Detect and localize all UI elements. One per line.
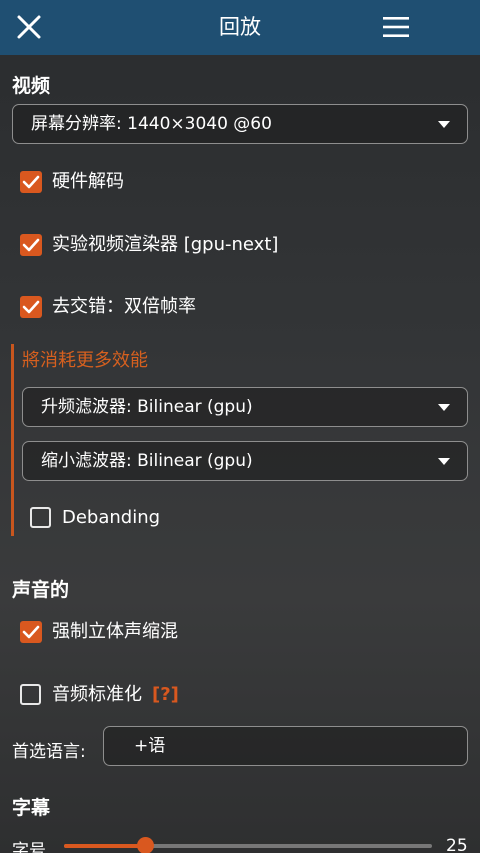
checkmark-icon <box>22 238 40 252</box>
experimental-renderer-checkbox[interactable] <box>20 234 42 256</box>
hamburger-menu-icon[interactable] <box>382 14 410 40</box>
checkmark-icon <box>22 175 40 189</box>
font-size-slider-thumb[interactable] <box>137 837 154 853</box>
help-link[interactable]: [?] <box>152 684 179 705</box>
upscale-filter-select[interactable]: 升频滤波器: Bilinear (gpu) <box>22 387 468 427</box>
display-resolution-value: 屏幕分辨率: 1440×3040 @60 <box>31 114 272 134</box>
checkmark-icon <box>22 300 40 314</box>
preferred-language-input[interactable]: +语 <box>103 726 468 766</box>
section-title-audio: 声音的 <box>12 579 70 601</box>
checkmark-icon <box>22 625 40 639</box>
stereo-downmix-label: 强制立体声缩混 <box>52 621 178 642</box>
performance-group-accent-bar <box>11 344 14 536</box>
deinterlace-label: 去交错：双倍帧率 <box>52 296 196 317</box>
debanding-checkbox[interactable] <box>30 507 51 528</box>
downscale-filter-value: 缩小滤波器: Bilinear (gpu) <box>41 451 253 471</box>
audio-normalize-checkbox[interactable] <box>20 684 41 705</box>
display-resolution-select[interactable]: 屏幕分辨率: 1440×3040 @60 <box>12 104 468 144</box>
dropdown-caret-icon <box>438 404 450 411</box>
debanding-label: Debanding <box>62 507 161 528</box>
section-title-video: 视频 <box>12 75 51 97</box>
stereo-downmix-checkbox[interactable] <box>20 621 42 643</box>
upscale-filter-value: 升频滤波器: Bilinear (gpu) <box>41 397 253 417</box>
audio-normalize-label: 音频标准化 <box>52 684 142 705</box>
dropdown-caret-icon <box>438 458 450 465</box>
font-size-slider[interactable] <box>64 837 432 853</box>
performance-warning-title: 將消耗更多效能 <box>22 350 148 371</box>
dropdown-caret-icon <box>438 121 450 128</box>
hw-decode-label: 硬件解码 <box>52 171 124 192</box>
downscale-filter-select[interactable]: 缩小滤波器: Bilinear (gpu) <box>22 441 468 481</box>
section-title-subtitles: 字幕 <box>12 797 51 819</box>
font-size-label: 字号 <box>12 841 46 853</box>
hw-decode-checkbox[interactable] <box>20 171 42 193</box>
audio-normalize-label-wrap: 音频标准化 [?] <box>52 682 179 708</box>
font-size-value: 25 <box>446 836 468 853</box>
app-bar: 回放 <box>0 0 480 55</box>
experimental-renderer-label: 实验视频渲染器 [gpu-next] <box>52 234 279 255</box>
deinterlace-checkbox[interactable] <box>20 296 42 318</box>
preferred-language-label: 首选语言: <box>12 742 86 762</box>
font-size-slider-fill <box>64 844 145 848</box>
